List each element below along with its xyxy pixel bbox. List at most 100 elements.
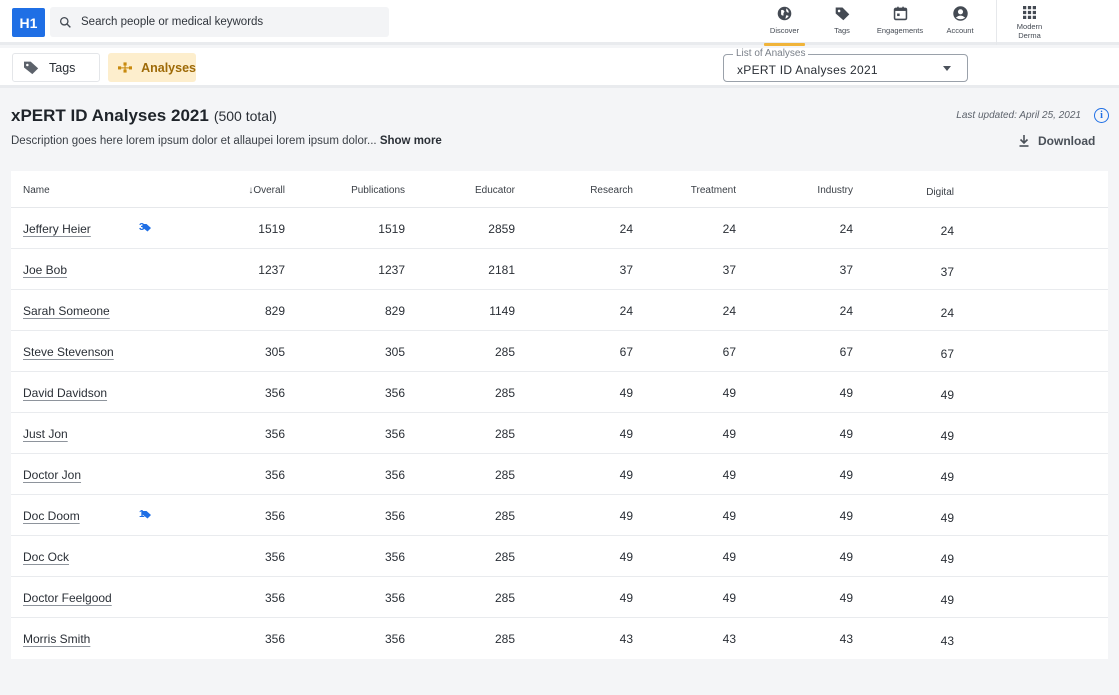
cell-treatment: 49 <box>722 468 736 482</box>
analyses-label: Analyses <box>141 60 196 75</box>
cell-digital: 49 <box>940 429 954 443</box>
tags-button[interactable]: Tags <box>12 53 100 82</box>
analyses-icon <box>118 62 133 73</box>
person-name-link[interactable]: Doc Ock <box>23 550 69 564</box>
info-icon[interactable]: i <box>1094 108 1109 123</box>
person-name-link[interactable]: Sarah Someone <box>23 304 110 318</box>
table-row[interactable]: Doctor Feelgood 356 356 285 49 49 49 49 <box>11 577 1108 618</box>
cell-treatment: 49 <box>722 509 736 523</box>
show-more-link[interactable]: Show more <box>380 135 442 147</box>
person-name-link[interactable]: Jeffery Heier <box>23 222 91 236</box>
last-updated: Last updated: April 25, 2021 <box>956 110 1081 121</box>
cell-publications: 829 <box>384 304 405 318</box>
account-icon <box>952 6 968 21</box>
col-header-publications[interactable]: Publications <box>351 185 405 196</box>
h1-logo[interactable]: H1 <box>12 8 45 37</box>
cell-research: 24 <box>619 222 633 236</box>
description-text: Description goes here lorem ipsum dolor … <box>11 135 377 147</box>
person-name-link[interactable]: Steve Stevenson <box>23 345 114 359</box>
cell-industry: 49 <box>839 550 853 564</box>
table-row[interactable]: Just Jon 356 356 285 49 49 49 49 <box>11 413 1108 454</box>
tag-icon <box>835 7 849 21</box>
table-row[interactable]: Joe Bob 1237 1237 2181 37 37 37 37 <box>11 249 1108 290</box>
nav-label: Engagements <box>876 26 924 35</box>
page-description: Description goes here lorem ipsum dolor … <box>11 135 442 147</box>
cell-industry: 67 <box>839 345 853 359</box>
cell-overall: 1237 <box>258 263 285 277</box>
person-name-link[interactable]: Joe Bob <box>23 263 67 277</box>
tag-icon <box>24 61 39 75</box>
cell-educator: 285 <box>494 427 515 441</box>
cell-research: 24 <box>619 304 633 318</box>
cell-publications: 1237 <box>378 263 405 277</box>
tag-count[interactable]: 3 <box>139 222 152 233</box>
table-row[interactable]: Sarah Someone 829 829 1149 24 24 24 24 <box>11 290 1108 331</box>
cell-research: 49 <box>619 550 633 564</box>
globe-icon <box>777 6 792 21</box>
table-row[interactable]: Doctor Jon 356 356 285 49 49 49 49 <box>11 454 1108 495</box>
title-text: xPERT ID Analyses 2021 <box>11 106 209 125</box>
cell-digital: 43 <box>940 634 954 648</box>
cell-publications: 356 <box>384 386 405 400</box>
search-bar[interactable] <box>50 7 389 37</box>
cell-overall: 305 <box>264 345 285 359</box>
page-title: xPERT ID Analyses 2021 (500 total) <box>11 106 277 126</box>
cell-publications: 356 <box>384 591 405 605</box>
col-header-educator[interactable]: Educator <box>475 185 515 196</box>
col-header-name[interactable]: Name <box>23 185 50 196</box>
total-count: (500 total) <box>213 108 277 124</box>
nav-discover[interactable]: Discover <box>760 0 809 46</box>
org-switcher[interactable]: Modern Derma <box>996 0 1062 45</box>
nav-label: Tags <box>834 26 850 35</box>
cell-overall: 356 <box>264 427 285 441</box>
cell-research: 49 <box>619 468 633 482</box>
person-name-link[interactable]: Just Jon <box>23 427 68 441</box>
table-row[interactable]: David Davidson 356 356 285 49 49 49 49 <box>11 372 1108 413</box>
table-row[interactable]: Steve Stevenson 305 305 285 67 67 67 67 <box>11 331 1108 372</box>
table-row[interactable]: Jeffery Heier 3 1519 1519 2859 24 24 24 24 <box>11 208 1108 249</box>
person-name-link[interactable]: Morris Smith <box>23 632 90 646</box>
apps-grid-icon <box>1023 6 1036 19</box>
calendar-icon <box>893 6 907 21</box>
cell-publications: 356 <box>384 550 405 564</box>
table-row[interactable]: Doc Doom 1 356 356 285 49 49 49 49 <box>11 495 1108 536</box>
download-button[interactable]: Download <box>1019 133 1095 149</box>
select-value: xPERT ID Analyses 2021 <box>737 63 878 77</box>
cell-treatment: 43 <box>722 632 736 646</box>
person-name-link[interactable]: Doctor Feelgood <box>23 591 112 605</box>
person-name-link[interactable]: Doctor Jon <box>23 468 81 482</box>
search-input[interactable] <box>81 16 381 28</box>
col-header-digital[interactable]: Digital <box>926 187 954 198</box>
download-icon <box>1019 135 1029 147</box>
table-row[interactable]: Doc Ock 356 356 285 49 49 49 49 <box>11 536 1108 577</box>
nav-engagements[interactable]: Engagements <box>872 0 928 45</box>
select-label: List of Analyses <box>733 48 809 59</box>
nav-label: Discover <box>769 26 800 35</box>
cell-industry: 49 <box>839 509 853 523</box>
table-row[interactable]: Morris Smith 356 356 285 43 43 43 43 <box>11 618 1108 659</box>
tags-label: Tags <box>49 60 76 75</box>
col-header-treatment[interactable]: Treatment <box>691 185 736 196</box>
col-header-overall[interactable]: ↓Overall <box>248 185 285 196</box>
cell-publications: 356 <box>384 509 405 523</box>
top-bar: H1 Discover Tags Engagements Account Mod… <box>0 0 1119 46</box>
cell-overall: 829 <box>264 304 285 318</box>
nav-account[interactable]: Account <box>942 0 978 45</box>
org-name-line2: Derma <box>1018 31 1041 40</box>
analyses-button[interactable]: Analyses <box>108 53 196 82</box>
cell-digital: 49 <box>940 511 954 525</box>
chevron-down-icon[interactable] <box>943 66 951 71</box>
tag-count[interactable]: 1 <box>139 509 152 520</box>
cell-educator: 1149 <box>489 304 515 318</box>
cell-publications: 305 <box>384 345 405 359</box>
cell-treatment: 49 <box>722 427 736 441</box>
analyses-list-select[interactable]: List of Analyses xPERT ID Analyses 2021 <box>723 48 968 82</box>
nav-tags[interactable]: Tags <box>826 0 858 45</box>
person-name-link[interactable]: Doc Doom <box>23 509 80 523</box>
cell-digital: 49 <box>940 552 954 566</box>
cell-overall: 356 <box>264 591 285 605</box>
cell-treatment: 24 <box>722 222 736 236</box>
col-header-industry[interactable]: Industry <box>817 185 853 196</box>
col-header-research[interactable]: Research <box>590 185 633 196</box>
person-name-link[interactable]: David Davidson <box>23 386 107 400</box>
